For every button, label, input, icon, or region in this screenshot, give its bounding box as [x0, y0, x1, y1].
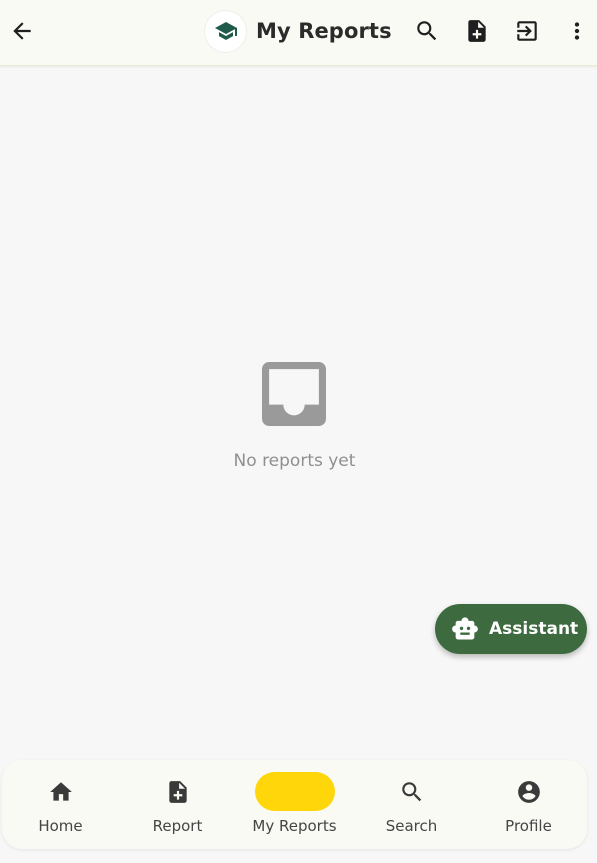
nav-label-search: Search — [385, 817, 438, 835]
robot-icon — [452, 617, 478, 640]
page-title: My Reports — [256, 19, 392, 43]
nav-item-report[interactable]: Report — [119, 760, 236, 849]
app-logo — [205, 10, 246, 52]
nav-label-profile: Profile — [505, 817, 552, 835]
logout-button[interactable] — [507, 11, 547, 51]
bottom-navigation: Home Report My Reports Search Profile — [2, 760, 587, 849]
search-icon — [417, 21, 437, 41]
new-report-button[interactable] — [457, 11, 497, 51]
app-root: My Reports No reports yet Assistant Home… — [0, 0, 597, 863]
nav-item-my-reports[interactable]: My Reports — [236, 760, 353, 849]
back-button[interactable] — [2, 11, 42, 51]
nav-label-home: Home — [38, 817, 83, 835]
nav-item-home[interactable]: Home — [2, 760, 119, 849]
nav-label-my-reports: My Reports — [252, 817, 337, 835]
empty-state-icon-wrap — [262, 362, 326, 426]
top-app-bar: My Reports — [0, 0, 597, 66]
active-indicator-pill — [255, 772, 335, 811]
nav-item-search[interactable]: Search — [353, 760, 470, 849]
title-group: My Reports — [205, 10, 392, 52]
note-add-icon — [169, 780, 187, 803]
nav-label-report: Report — [152, 817, 203, 835]
home-icon — [50, 781, 72, 801]
arrow-back-icon — [13, 22, 31, 40]
search-button[interactable] — [407, 11, 447, 51]
search-icon — [402, 781, 422, 801]
empty-state-message: No reports yet — [233, 451, 356, 471]
logout-icon — [517, 21, 537, 41]
nav-icon-container — [489, 772, 569, 811]
graduation-cap-icon — [214, 22, 237, 40]
more-options-button[interactable] — [557, 11, 597, 51]
inbox-icon — [262, 362, 326, 426]
nav-icon-container — [372, 772, 452, 811]
nav-icon-container — [138, 772, 218, 811]
assistant-fab[interactable]: Assistant — [435, 604, 587, 654]
note-add-icon — [468, 20, 486, 42]
nav-item-profile[interactable]: Profile — [470, 760, 587, 849]
assistant-label: Assistant — [489, 619, 579, 639]
nav-icon-container — [21, 772, 101, 811]
account-circle-icon — [518, 780, 540, 803]
more-vert-icon — [574, 22, 580, 40]
